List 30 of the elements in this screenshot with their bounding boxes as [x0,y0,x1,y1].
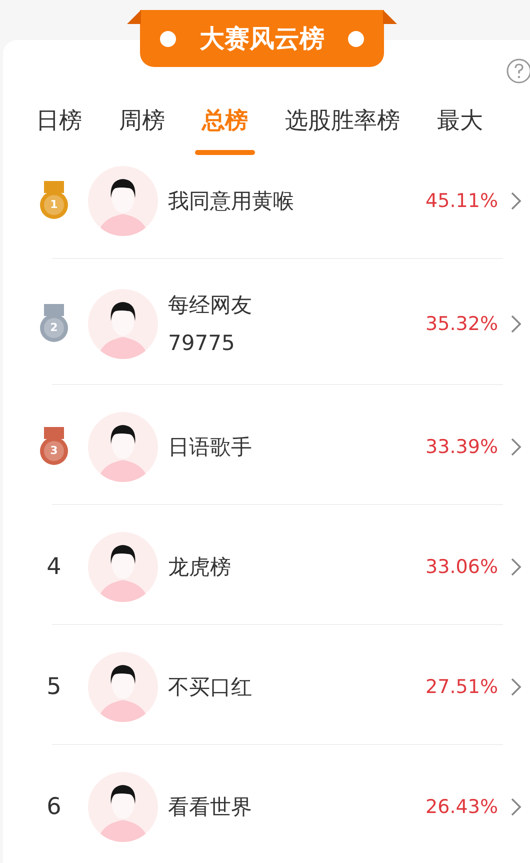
win-rate: 26.43% [426,794,498,820]
win-rate: 33.06% [426,554,498,580]
chevron-right-icon[interactable] [510,677,522,697]
user-name[interactable]: 日语歌手 [168,428,426,466]
chevron-right-icon[interactable] [510,557,522,577]
tab[interactable]: 最大 [430,106,490,155]
banner-title: 大赛风云榜 [200,24,324,54]
ribbon-fold-icon [383,10,397,24]
user-name[interactable]: 龙虎榜 [168,548,426,586]
tab[interactable]: 周榜 [112,106,172,155]
user-name[interactable]: 每经网友 79775 [168,286,426,362]
chevron-right-icon[interactable] [510,191,522,211]
rank-number: 5 [46,672,62,702]
chevron-right-icon[interactable] [510,437,522,457]
tab[interactable]: 日榜 [29,106,89,155]
chevron-right-icon[interactable] [510,314,522,334]
user-name[interactable]: 我同意用黄喉 [168,182,426,220]
tab[interactable]: 选股胜率榜 [278,106,407,155]
win-rate: 33.39% [426,434,498,460]
win-rate: 27.51% [426,674,498,700]
user-name[interactable]: 不买口红 [168,668,426,706]
rank-number: 6 [46,792,62,822]
win-rate: 35.32% [426,312,498,337]
rank-number: 4 [46,552,62,582]
ribbon-fold-icon [127,10,141,24]
win-rate: 45.11% [426,188,498,214]
tab-underline [195,150,255,155]
user-name[interactable]: 看看世界 [168,788,426,826]
chevron-right-icon[interactable] [510,797,522,817]
help-icon[interactable] [506,58,530,84]
